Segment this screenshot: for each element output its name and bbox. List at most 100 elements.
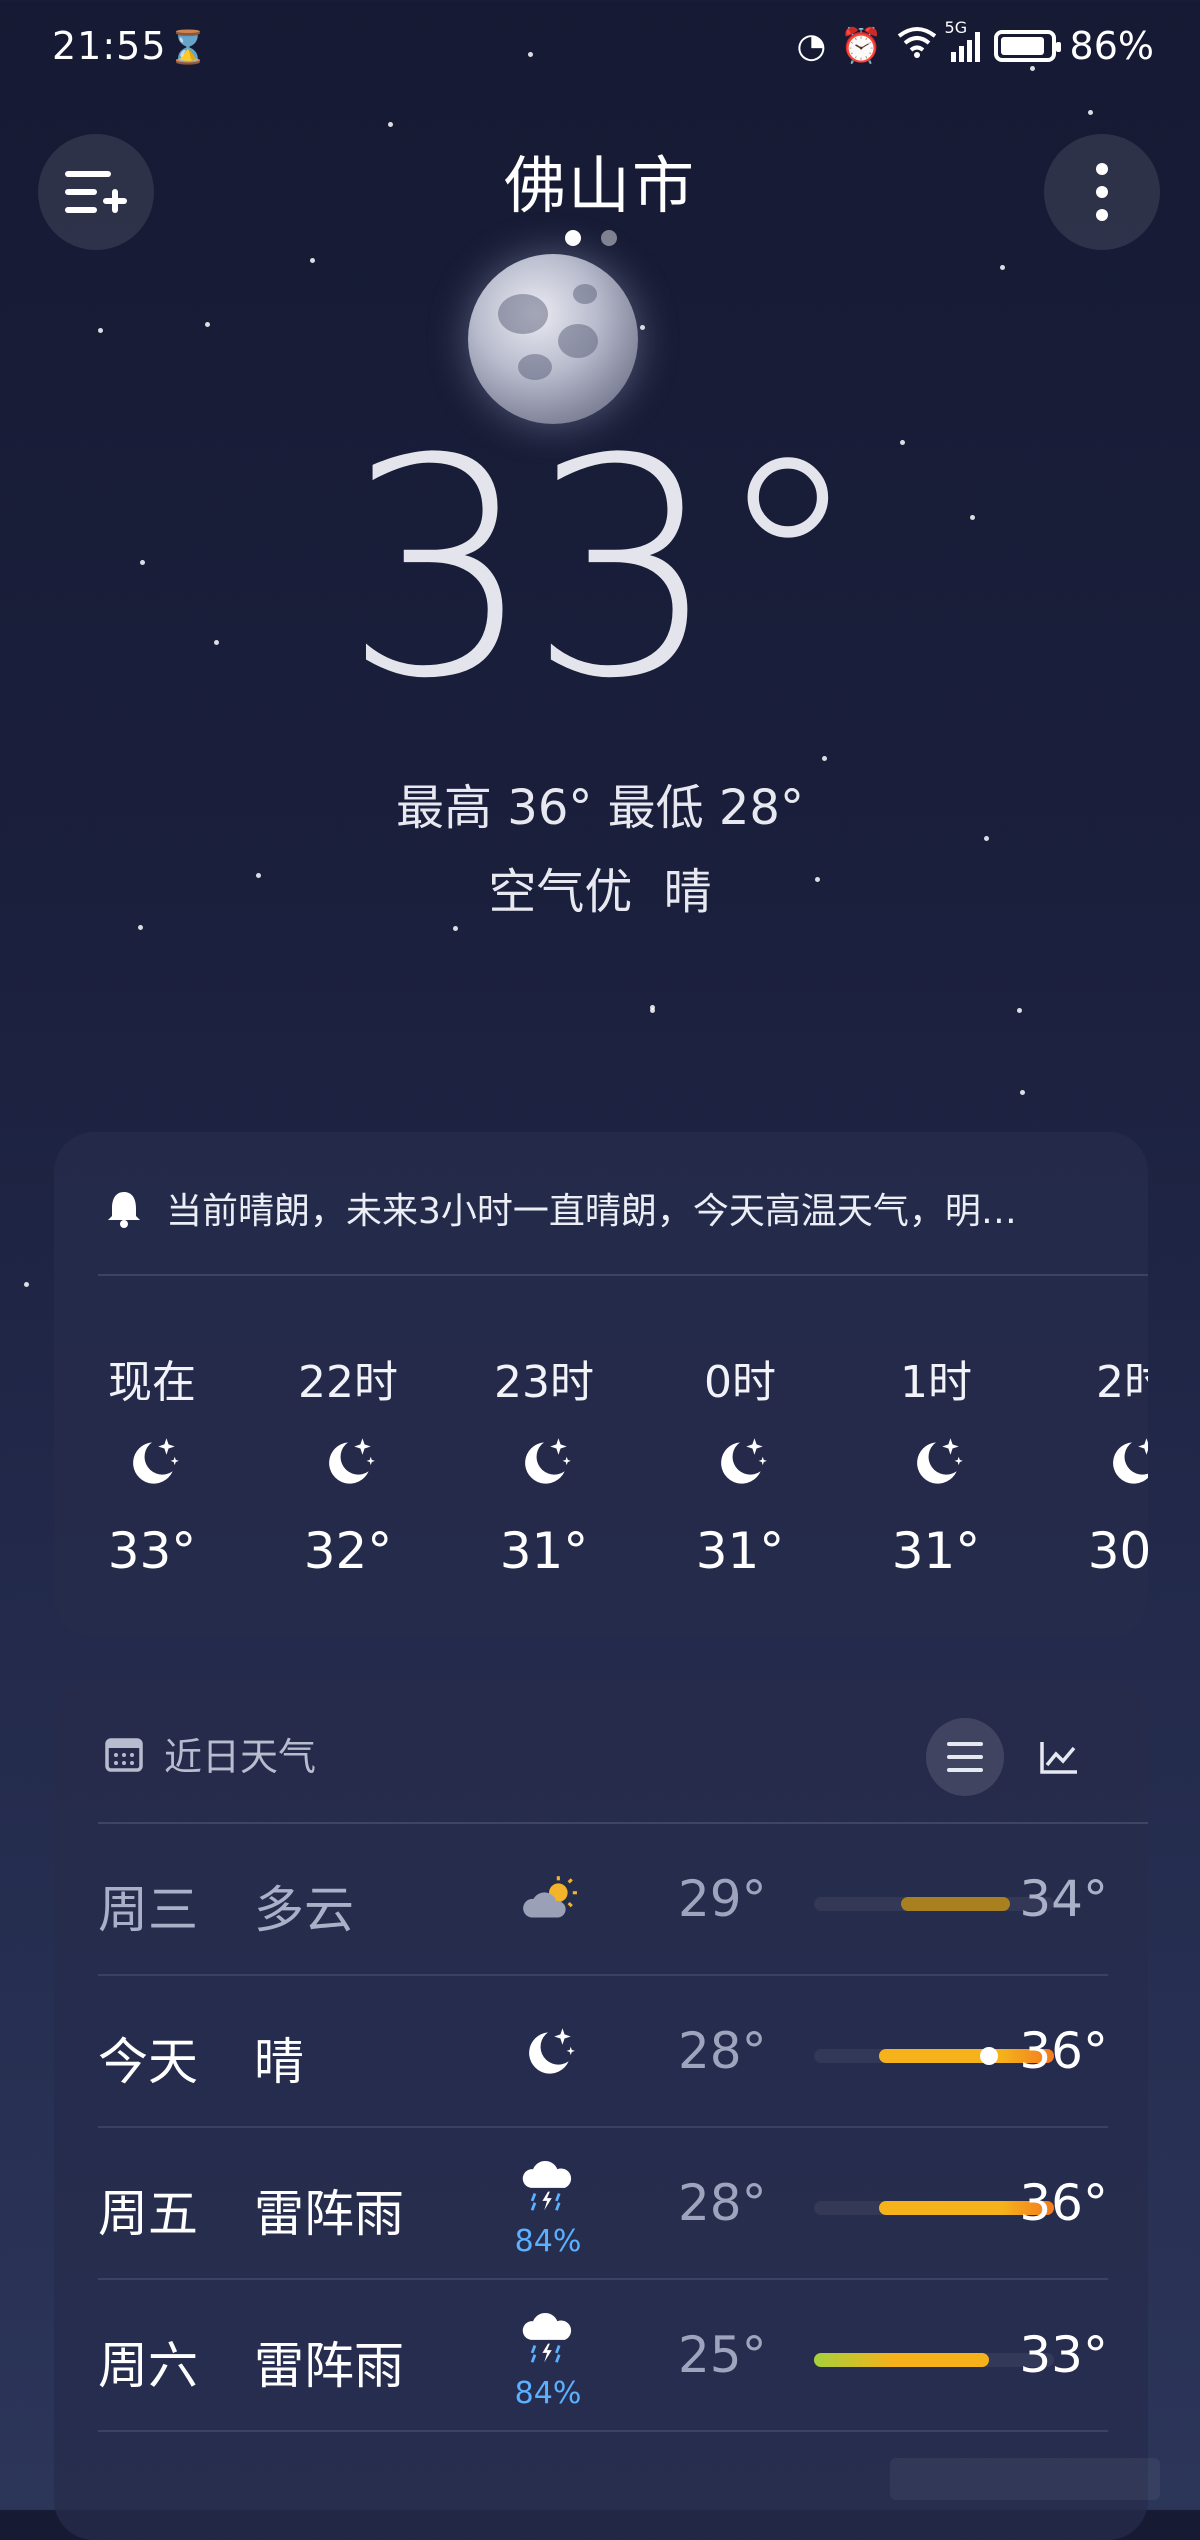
air-quality[interactable]: 空气优 <box>488 864 632 920</box>
daily-row[interactable]: 周六 雷阵雨 84% 25° 33° <box>98 2280 1108 2432</box>
precip-chance: 84% <box>514 2224 582 2259</box>
hourly-item: 22时 32° <box>250 1322 446 1582</box>
network-type: 5G <box>944 18 968 37</box>
battery-percent: 86% <box>1069 24 1154 68</box>
hour-time: 1时 <box>900 1357 972 1408</box>
bell-icon <box>108 1192 140 1228</box>
list-icon <box>947 1742 983 1772</box>
hourly-item: 1时 31° <box>838 1322 1034 1582</box>
hour-time: 23时 <box>494 1357 594 1408</box>
day-label: 今天 <box>98 2033 198 2091</box>
hour-temperature: 32° <box>303 1522 393 1580</box>
thunderstorm-icon <box>498 2310 598 2380</box>
hourly-item: 23时 31° <box>446 1322 642 1582</box>
status-time: 21:55 <box>52 24 167 68</box>
star <box>453 926 458 931</box>
moon-stars-icon <box>1034 1432 1148 1506</box>
air-quality-line: 空气优 晴 <box>0 852 1200 922</box>
day-label: 周六 <box>98 2337 198 2395</box>
chart-view-button[interactable] <box>1020 1718 1098 1796</box>
page-indicator <box>565 230 617 246</box>
hourly-forecast-card: 当前晴朗，未来3小时一直晴朗，今天高温天气，明… 现在 33° 22时 32° 23… <box>54 1132 1148 1638</box>
temperature-range-bar <box>814 2047 1054 2065</box>
hour-time: 现在 <box>108 1357 196 1408</box>
hour-time: 2时 <box>1096 1357 1148 1408</box>
hourly-item: 0时 31° <box>642 1322 838 1582</box>
star <box>24 1282 29 1287</box>
temperature-range-fill <box>901 1897 1011 1911</box>
current-condition: 晴 <box>663 864 712 920</box>
star <box>1088 110 1093 115</box>
watermark <box>890 2458 1160 2500</box>
moon-stars-icon <box>642 1432 838 1506</box>
hour-time: 0时 <box>704 1357 776 1408</box>
high-temperature: 36° <box>1019 2022 1108 2080</box>
hourglass-icon: ⌛ <box>168 28 208 66</box>
star <box>640 325 645 330</box>
precip-chance: 84% <box>514 2376 582 2411</box>
wifi-icon <box>897 26 937 67</box>
page-dot-active <box>565 230 581 246</box>
star <box>205 322 210 327</box>
star <box>388 122 393 127</box>
daily-row[interactable]: 今天 晴 28° 36° <box>98 1976 1108 2128</box>
more-options-button[interactable] <box>1044 134 1160 250</box>
star <box>822 756 827 761</box>
alert-text: 当前晴朗，未来3小时一直晴朗，今天高温天气，明… <box>166 1191 1017 1232</box>
more-vertical-icon <box>1096 163 1108 221</box>
high-temperature: 34° <box>1019 1870 1108 1928</box>
divider <box>98 1274 1148 1276</box>
daily-row[interactable]: 周五 雷阵雨 84% 28° 36° <box>98 2128 1108 2280</box>
high-temperature: 36° <box>1019 2174 1108 2232</box>
partly-cloudy-icon <box>498 1870 598 1946</box>
moon-stars-icon <box>838 1432 1034 1506</box>
star <box>138 925 143 930</box>
high-temperature: 33° <box>1019 2326 1108 2384</box>
high-low-temperature: 最高 36° 最低 28° <box>396 780 804 836</box>
battery-icon <box>993 30 1061 62</box>
current-temp-marker <box>979 2047 998 2065</box>
daily-forecast-header: 近日天气 <box>104 1726 316 1781</box>
star <box>1017 1008 1022 1013</box>
day-condition: 雷阵雨 <box>254 2337 404 2395</box>
moon-stars-icon <box>446 1432 642 1506</box>
hourly-list[interactable]: 现在 33°22时 32°23时 31°0时 31°1时 31°2时 30° <box>54 1322 1148 1582</box>
moon-stars-icon <box>250 1432 446 1506</box>
page-dot <box>601 230 617 246</box>
hour-temperature: 31° <box>891 1522 981 1580</box>
status-bar: 21:55 ⌛ ◔ ⏰ 5G 86% <box>0 0 1200 100</box>
weather-alert[interactable]: 当前晴朗，未来3小时一直晴朗，今天高温天气，明… <box>104 1182 1108 1234</box>
low-temperature: 25° <box>678 2326 767 2384</box>
alarm-icon: ⏰ <box>840 26 883 66</box>
temperature-range-bar <box>814 2353 1054 2367</box>
hour-temperature: 30° <box>1087 1522 1148 1580</box>
low-temperature: 28° <box>678 2174 767 2232</box>
daily-forecast-title: 近日天气 <box>164 1735 317 1779</box>
low-temperature: 28° <box>678 2022 767 2080</box>
calendar-icon <box>105 1737 143 1772</box>
data-saver-icon: ◔ <box>796 26 827 66</box>
list-view-button[interactable] <box>926 1718 1004 1796</box>
current-temperature: 33° <box>343 395 863 744</box>
temperature-range-bar <box>814 2201 1054 2215</box>
day-condition: 多云 <box>254 1881 354 1939</box>
moon-stars-icon <box>498 2022 598 2098</box>
temperature-range-bar <box>814 1897 1054 1911</box>
low-temperature: 29° <box>678 1870 767 1928</box>
hourly-item: 2时 30° <box>1034 1322 1148 1582</box>
day-label: 周五 <box>98 2185 198 2243</box>
star <box>310 258 315 263</box>
daily-row[interactable]: 周三 多云 29° 34° <box>98 1824 1108 1976</box>
line-chart-icon <box>1040 1742 1077 1774</box>
row-divider <box>98 2430 1108 2432</box>
temperature-range-fill <box>814 2353 989 2367</box>
moon-stars-icon <box>54 1432 250 1506</box>
hour-temperature: 33° <box>107 1522 197 1580</box>
star <box>1000 265 1005 270</box>
hourly-item: 现在 33° <box>54 1322 250 1582</box>
daily-forecast-card: 近日天气 周三 多云 29° 34° 今天 晴 28° 36° 周五 雷阵雨 8… <box>54 1680 1148 2540</box>
city-name[interactable]: 佛山市 <box>0 135 1200 225</box>
star <box>650 1008 655 1013</box>
day-condition: 雷阵雨 <box>254 2185 404 2243</box>
day-label: 周三 <box>98 1881 198 1939</box>
